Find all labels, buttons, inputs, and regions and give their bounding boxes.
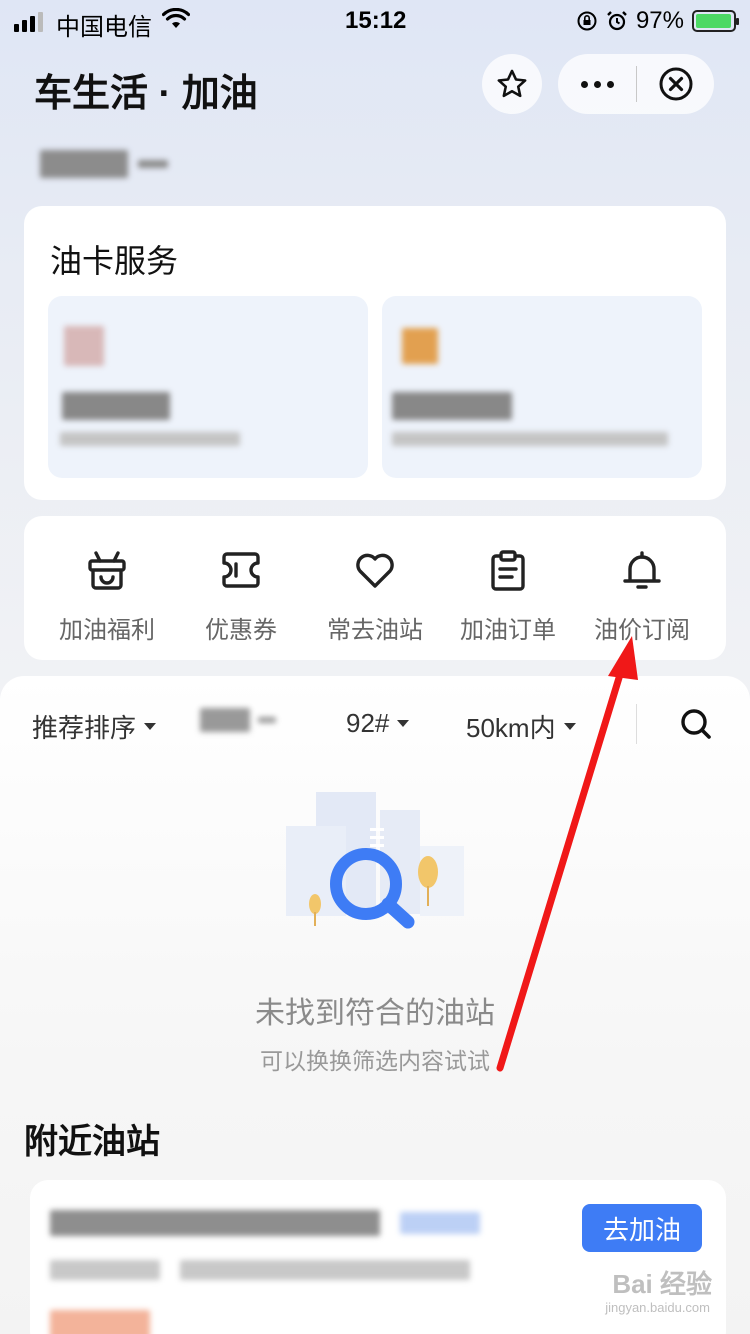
status-right: 97% xyxy=(576,7,739,35)
empty-state-title: 未找到符合的油站 xyxy=(255,997,495,1030)
quick-entry-label: 优惠券 xyxy=(205,617,277,644)
caret-down-icon xyxy=(563,723,576,730)
mini-program-capsule xyxy=(558,54,714,114)
search-button[interactable] xyxy=(676,704,716,744)
oil-card-service-card: 油卡服务 xyxy=(24,206,726,500)
filter-divider xyxy=(636,704,637,744)
heart-icon xyxy=(351,546,399,594)
page-title: 车生活 · 加油 xyxy=(34,73,258,115)
battery-icon xyxy=(692,10,739,32)
favorite-button[interactable] xyxy=(482,54,542,114)
signal-icon xyxy=(14,12,43,32)
quick-entry-coupon[interactable]: 优惠券 xyxy=(175,546,307,645)
search-icon xyxy=(681,709,711,739)
oil-card-tile[interactable] xyxy=(48,296,368,478)
battery-level xyxy=(696,14,731,28)
fuel-type-dropdown[interactable]: 92# xyxy=(346,708,410,739)
caret-down-icon xyxy=(144,723,157,730)
nearby-stations-title: 附近油站 xyxy=(24,1123,160,1161)
oil-card-title: 油卡服务 xyxy=(50,243,179,279)
quick-entry-label: 常去油站 xyxy=(327,617,423,644)
sort-dropdown[interactable]: 推荐排序 xyxy=(32,708,157,745)
oil-card-tile[interactable] xyxy=(382,296,702,478)
empty-state-subtitle: 可以换换筛选内容试试 xyxy=(260,1048,490,1074)
empty-illustration xyxy=(280,786,470,946)
distance-dropdown[interactable]: 50km内 xyxy=(466,708,576,745)
wifi-icon xyxy=(161,7,191,37)
gift-icon xyxy=(83,546,131,594)
quick-entry-label: 加油订单 xyxy=(460,617,556,644)
quick-entry-price-subscription[interactable]: 油价订阅 xyxy=(576,546,708,645)
quick-entry-label: 加油福利 xyxy=(59,617,155,644)
bell-icon xyxy=(618,546,666,594)
quick-entry-favorite-stations[interactable]: 常去油站 xyxy=(309,546,441,645)
distance-label: 50km内 xyxy=(466,713,556,743)
baidu-watermark-url: jingyan.baidu.com xyxy=(605,1300,710,1315)
quick-entry-card: 加油福利 优惠券 常去油站 加油订单 油价订阅 xyxy=(24,516,726,660)
baidu-watermark: Bai 经验 xyxy=(612,1269,712,1299)
close-circle-icon xyxy=(659,67,692,101)
orientation-lock-icon xyxy=(577,11,597,31)
quick-entry-orders[interactable]: 加油订单 xyxy=(442,546,574,645)
go-refuel-button[interactable]: 去加油 xyxy=(582,1204,702,1252)
close-button[interactable] xyxy=(637,54,714,114)
caret-down-icon xyxy=(397,720,410,727)
quick-entry-label: 油价订阅 xyxy=(594,617,690,644)
star-icon xyxy=(497,69,527,98)
coupon-icon xyxy=(217,546,265,594)
sort-label: 推荐排序 xyxy=(32,713,137,743)
carrier-label: 中国电信 xyxy=(56,14,152,41)
brand-dropdown[interactable] xyxy=(200,708,276,732)
clipboard-icon xyxy=(484,546,532,594)
fuel-type-label: 92# xyxy=(346,708,390,738)
quick-entry-welfare[interactable]: 加油福利 xyxy=(41,546,173,645)
more-button[interactable] xyxy=(558,54,636,114)
battery-percent: 97% xyxy=(635,7,684,34)
status-bar: 中国电信 15:12 97% xyxy=(0,0,750,44)
clock-time: 15:12 xyxy=(345,7,407,34)
alarm-icon xyxy=(607,11,627,31)
more-dots-icon xyxy=(580,80,588,88)
